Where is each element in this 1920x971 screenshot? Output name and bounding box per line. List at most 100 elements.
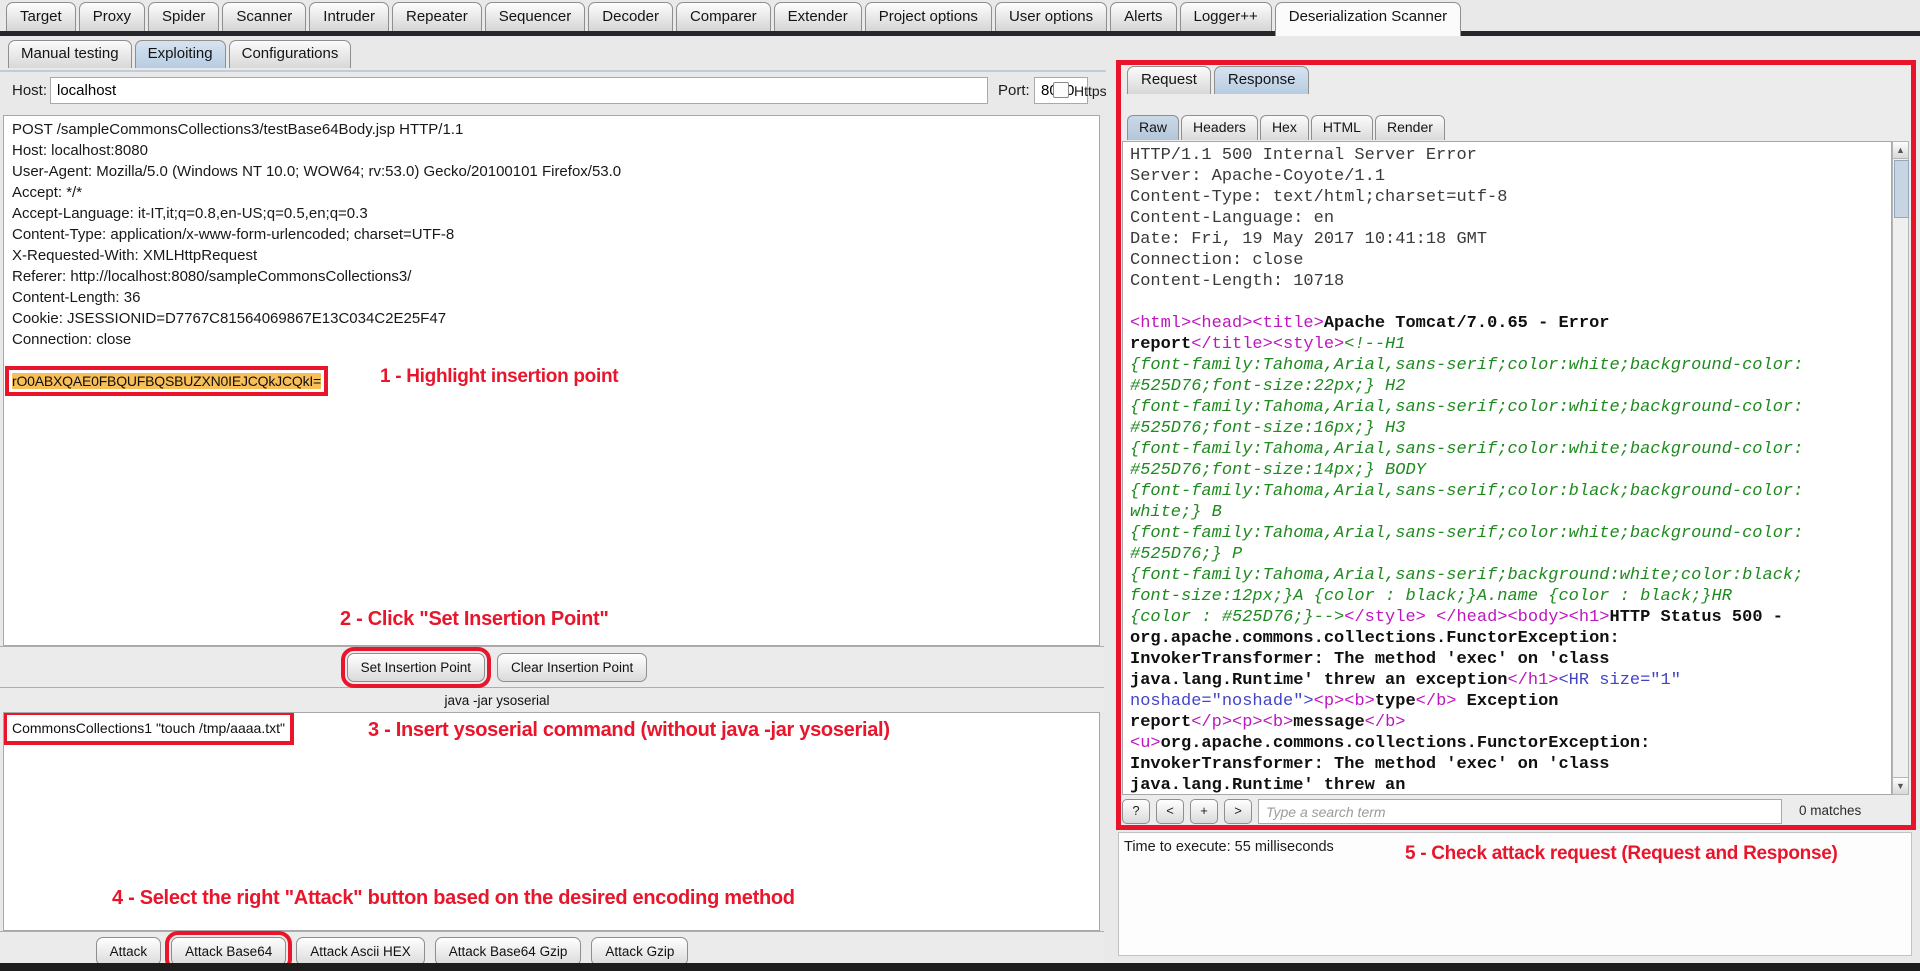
response-line: Date: Fri, 19 May 2017 10:41:18 GMT	[1130, 230, 1884, 251]
tab-proxy[interactable]: Proxy	[79, 2, 145, 31]
tab-scanner[interactable]: Scanner	[222, 2, 306, 31]
response-text-segment: report	[1130, 713, 1191, 732]
tab-extender[interactable]: Extender	[774, 2, 862, 31]
tab-sequencer[interactable]: Sequencer	[485, 2, 586, 31]
response-line: #525D76;font-size:22px;} H2	[1130, 377, 1884, 398]
host-input[interactable]	[50, 77, 988, 104]
response-text-segment: </p><p><b>	[1191, 713, 1293, 732]
subtab-exploiting[interactable]: Exploiting	[135, 40, 226, 68]
annotation-3: 3 - Insert ysoserial command (without ja…	[368, 719, 890, 742]
response-line: white;} B	[1130, 503, 1884, 524]
response-text-segment: {font-family:Tahoma,Arial,sans-serif;bac…	[1130, 566, 1803, 585]
request-line-host-localhost-8080: Host: localhost:8080	[12, 142, 1091, 163]
response-view-tab-bar: RawHeadersHexHTMLRender	[1127, 115, 1445, 140]
response-text-segment: {color : #525D76;}-->	[1130, 608, 1344, 627]
response-text-segment: Connection: close	[1130, 251, 1303, 270]
response-text-segment: Server: Apache-Coyote/1.1	[1130, 167, 1385, 186]
viewtab-raw[interactable]: Raw	[1127, 115, 1179, 140]
search-prev-button[interactable]: <	[1156, 799, 1184, 824]
response-text-segment: <p><b>	[1314, 692, 1375, 711]
host-label: Host:	[12, 82, 47, 99]
viewtab-hex[interactable]: Hex	[1260, 115, 1309, 140]
https-label: Https	[1074, 83, 1107, 99]
response-text-segment: org.apache.commons.collections.FunctorEx…	[1161, 734, 1651, 753]
response-text-segment: org.apache.commons.collections.FunctorEx…	[1130, 629, 1620, 648]
response-line: Connection: close	[1130, 251, 1884, 272]
tab-user-options[interactable]: User options	[995, 2, 1107, 31]
response-text-segment: <!--H1	[1344, 335, 1405, 354]
request-line-post-samplecommonscollections3-testbase6: POST /sampleCommonsCollections3/testBase…	[12, 121, 1091, 142]
request-line-user-agent-mozilla-5-0-windows-nt-10-0-w: User-Agent: Mozilla/5.0 (Windows NT 10.0…	[12, 163, 1091, 184]
response-line: report</p><p><b>message</b>	[1130, 713, 1884, 734]
annotation-1: 1 - Highlight insertion point	[380, 366, 618, 388]
button-attack-gzip[interactable]: Attack Gzip	[591, 937, 688, 966]
request-line-x-requested-with-xmlhttprequest: X-Requested-With: XMLHttpRequest	[12, 247, 1091, 268]
response-line: {font-family:Tahoma,Arial,sans-serif;col…	[1130, 356, 1884, 377]
match-count: 0 matches	[1799, 803, 1861, 818]
tab-spider[interactable]: Spider	[148, 2, 219, 31]
response-text-segment: message	[1293, 713, 1364, 732]
ysoserial-label: java -jar ysoserial	[444, 693, 549, 708]
response-text-segment: java.lang.Runtime' threw an exception	[1130, 671, 1507, 690]
viewtab-html[interactable]: HTML	[1311, 115, 1373, 140]
ysoserial-label-row: java -jar ysoserial	[0, 689, 1104, 712]
response-line: {font-family:Tahoma,Arial,sans-serif;bac…	[1130, 566, 1884, 587]
response-text-segment: <HR size="1"	[1558, 671, 1680, 690]
response-text-segment: Date: Fri, 19 May 2017 10:41:18 GMT	[1130, 230, 1487, 249]
insertion-button-row: Set Insertion Point Clear Insertion Point	[0, 646, 1104, 688]
response-text-segment: </h1>	[1507, 671, 1558, 690]
highlighted-insertion-point[interactable]: rO0ABXQAE0FBQUFBQSBUZXN0IEJCQkJCQkI=	[12, 373, 321, 389]
search-help-button[interactable]: ?	[1122, 799, 1150, 824]
request-line-accept: Accept: */*	[12, 184, 1091, 205]
tab-logger[interactable]: Logger++	[1180, 2, 1272, 31]
response-line: report</title><style><!--H1	[1130, 335, 1884, 356]
button-attack-ascii-hex[interactable]: Attack Ascii HEX	[296, 937, 425, 966]
response-line: {font-family:Tahoma,Arial,sans-serif;col…	[1130, 482, 1884, 503]
response-text-segment: font-size:12px;}A {color : black;}A.name…	[1130, 587, 1732, 606]
button-attack-base64-gzip[interactable]: Attack Base64 Gzip	[435, 937, 582, 966]
scroll-up-icon[interactable]: ▲	[1893, 142, 1908, 159]
response-line: Content-Language: en	[1130, 209, 1884, 230]
response-line: java.lang.Runtime' threw an	[1130, 776, 1884, 795]
response-line	[1130, 293, 1884, 314]
subtab-configurations[interactable]: Configurations	[229, 40, 352, 68]
search-input[interactable]	[1258, 799, 1782, 824]
tab-deserialization-scanner[interactable]: Deserialization Scanner	[1275, 2, 1461, 36]
search-next-button[interactable]: >	[1224, 799, 1252, 824]
request-line-cookie-jsessionid-d7767c81564069867e13c0: Cookie: JSESSIONID=D7767C81564069867E13C…	[12, 310, 1091, 331]
response-scrollbar[interactable]: ▲ ▼	[1892, 141, 1909, 795]
response-text-segment: {font-family:Tahoma,Arial,sans-serif;col…	[1130, 398, 1803, 417]
ysoserial-command[interactable]: CommonsCollections1 "touch /tmp/aaaa.txt…	[12, 720, 285, 736]
request-line-content-length-36: Content-Length: 36	[12, 289, 1091, 310]
viewtab-headers[interactable]: Headers	[1181, 115, 1258, 140]
tab-alerts[interactable]: Alerts	[1110, 2, 1176, 31]
https-checkbox[interactable]	[1053, 82, 1069, 98]
button-clear-insertion-point[interactable]: Clear Insertion Point	[497, 653, 647, 682]
tab-repeater[interactable]: Repeater	[392, 2, 482, 31]
subtab-manual-testing[interactable]: Manual testing	[8, 40, 132, 68]
response-line: {font-family:Tahoma,Arial,sans-serif;col…	[1130, 524, 1884, 545]
scrollbar-thumb[interactable]	[1894, 160, 1909, 218]
response-text-segment: #525D76;font-size:16px;} H3	[1130, 419, 1405, 438]
tab-target[interactable]: Target	[6, 2, 76, 31]
response-text-segment: {font-family:Tahoma,Arial,sans-serif;col…	[1130, 482, 1803, 501]
button-attack[interactable]: Attack	[96, 937, 162, 966]
button-attack-base64[interactable]: Attack Base64	[171, 937, 286, 966]
tabbar-divider	[0, 31, 1920, 36]
scroll-down-icon[interactable]: ▼	[1893, 777, 1908, 794]
response-line: InvokerTransformer: The method 'exec' on…	[1130, 755, 1884, 776]
button-set-insertion-point[interactable]: Set Insertion Point	[347, 653, 485, 682]
tab-project-options[interactable]: Project options	[865, 2, 992, 31]
response-text-segment: HTTP Status 500 -	[1610, 608, 1783, 627]
tab-comparer[interactable]: Comparer	[676, 2, 771, 31]
tab-request[interactable]: Request	[1127, 66, 1211, 94]
response-line: font-size:12px;}A {color : black;}A.name…	[1130, 587, 1884, 608]
viewtab-render[interactable]: Render	[1375, 115, 1445, 140]
tab-response[interactable]: Response	[1214, 66, 1310, 94]
response-text-segment: Content-Length: 10718	[1130, 272, 1344, 291]
response-text-segment: type	[1375, 692, 1416, 711]
tab-intruder[interactable]: Intruder	[309, 2, 389, 31]
tab-decoder[interactable]: Decoder	[588, 2, 673, 31]
search-add-button[interactable]: +	[1190, 799, 1218, 824]
response-raw-view[interactable]: HTTP/1.1 500 Internal Server ErrorServer…	[1122, 141, 1892, 795]
